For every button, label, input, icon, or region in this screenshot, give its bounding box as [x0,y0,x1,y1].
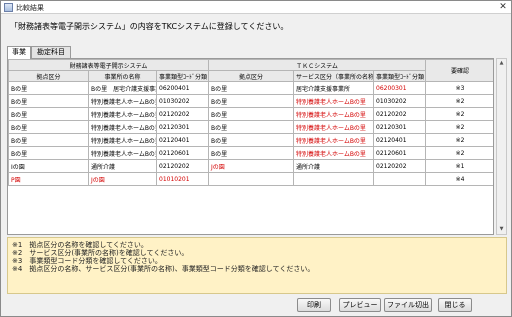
scroll-up-icon[interactable]: ▲ [497,59,506,68]
table-cell: 特別養護老人ホームBの里 [88,94,157,108]
export-button[interactable]: ファイル切出 [384,298,432,312]
table-cell: Bの里 [8,120,89,134]
table-cell: 特別養護老人ホームBの里 [293,94,374,108]
note-3: ※3 事業類型コード分類を確認してください。 [12,257,162,265]
check-mark-cell: ※2 [425,107,493,121]
group-header-tkc: ＴＫＣシステム [208,59,426,71]
table-cell: 02120601 [373,146,426,160]
column-header: サービス区分（事業所の名称） [293,70,374,82]
table-row[interactable]: Bの里Bの里 居宅介護支援事業所06200401Bの里居宅介護支援事業所0620… [8,81,493,95]
tab-business[interactable]: 事業 [7,46,31,59]
table-cell [373,172,426,186]
check-header: 要確認 [425,59,493,82]
table-cell: Iの園 [8,159,89,173]
table-cell: 02120601 [156,146,209,160]
check-mark-cell: ※3 [425,81,493,95]
table-cell: Bの里 [8,146,89,160]
table-cell: 特別養護老人ホームBの里 [88,107,157,121]
table-cell: 特別養護老人ホームBの里 [293,133,374,147]
table-cell: 特別養護老人ホームBの里 [88,146,157,160]
table-row[interactable]: Bの里 特別養護老人ホームBの里 01030202 Bの里 特別養護老人ホームBの里 01… [8,94,493,108]
table-cell: 通所介護 [88,159,157,173]
window-title: 比較結果 [16,4,44,12]
table-cell: 特別養護老人ホームBの里 [293,120,374,134]
table-cell: Jの園 [88,172,157,186]
column-header: 事業所の名称 [88,70,157,82]
check-mark-cell: ※2 [425,120,493,134]
table-cell: 通所介護 [293,159,374,173]
comparison-result-window: 比較結果 ✕ 「財務諸表等電子開示システム」の内容をTKCシステムに登録してくだ… [0,0,512,317]
check-mark-cell: ※2 [425,94,493,108]
table-cell: Bの里 [8,133,89,147]
table-cell: Bの里 [208,94,294,108]
check-mark-cell: ※2 [425,146,493,160]
table-cell: 02120301 [373,120,426,134]
table-cell [208,172,294,186]
table-cell: 02120202 [373,107,426,121]
notes-panel: ※1 拠点区分の名称を確認してください。 ※2 サービス区分(事業所の名称)を確… [7,237,507,294]
table-cell: 02120202 [156,159,209,173]
table-cell: Bの里 [208,120,294,134]
table-row[interactable]: Bの里 特別養護老人ホームBの里 02120601 Bの里 特別養護老人ホームBの里 02… [8,146,493,160]
table-cell: P園 [8,172,89,186]
note-4: ※4 拠点区分の名称、サービス区分(事業所の名称)、事業類型コード分類を確認して… [12,265,315,273]
table-cell: Bの里 [8,94,89,108]
title-bar: 比較結果 ✕ [1,1,511,14]
table-row[interactable]: Bの里 特別養護老人ホームBの里 02120301 Bの里 特別養護老人ホームBの里 02… [8,120,493,134]
instruction-text: 「財務諸表等電子開示システム」の内容をTKCシステムに登録してください。 [10,22,289,31]
button-bar: 印刷 プレビュー ファイル切出 閉じる [1,298,512,313]
column-header: 拠点区分 [208,70,294,82]
table-cell: Bの里 [8,107,89,121]
app-icon [4,3,13,12]
tab-account-items[interactable]: 勘定科目 [31,46,71,58]
table-cell: 01030202 [373,94,426,108]
preview-button[interactable]: プレビュー [339,298,381,312]
note-2: ※2 サービス区分(事業所の名称)を確認してください。 [12,249,189,257]
table-row[interactable]: Bの里 特別養護老人ホームBの里 02120202 Bの里 特別養護老人ホームBの里 02… [8,107,493,121]
table-row[interactable]: Iの園 通所介護 02120202 Jの園 通所介護 02120202 ※1 [8,159,493,173]
table-body: Bの里Bの里 居宅介護支援事業所06200401Bの里居宅介護支援事業所0620… [8,81,493,186]
scroll-down-icon[interactable]: ▼ [497,225,506,234]
table-row[interactable]: Bの里 特別養護老人ホームBの里 02120401 Bの里 特別養護老人ホームBの里 02… [8,133,493,147]
table-cell [293,172,374,186]
close-button[interactable]: 閉じる [438,298,472,312]
table-cell: 02120202 [156,107,209,121]
table-cell: 06200301 [373,81,426,95]
column-header: 事業類型ｺｰﾄﾞ分類 [156,70,209,82]
print-button[interactable]: 印刷 [297,298,331,312]
check-mark-cell: ※4 [425,172,493,186]
column-header: 事業類型ｺｰﾄﾞ分類 [373,70,426,82]
table-cell: 06200401 [156,81,209,95]
table-row[interactable]: P園 Jの園 01010201 ※4 [8,172,493,186]
note-1: ※1 拠点区分の名称を確認してください。 [12,241,148,249]
close-icon[interactable]: ✕ [497,2,509,12]
table-cell: Bの里 [208,81,294,95]
group-header-disclosure: 財務諸表等電子開示システム [8,59,209,71]
table-cell: Bの里 [208,107,294,121]
comparison-table: 財務諸表等電子開示システム ＴＫＣシステム 要確認 拠点区分 事業所の名称 事業… [8,59,493,186]
column-header: 拠点区分 [8,70,89,82]
table-cell: 02120401 [156,133,209,147]
table-cell: 特別養護老人ホームBの里 [88,120,157,134]
vertical-scrollbar[interactable]: ▲ ▼ [496,58,507,235]
table-cell: Bの里 居宅介護支援事業所 [88,81,157,95]
table-cell: 特別養護老人ホームBの里 [293,107,374,121]
check-mark-cell: ※1 [425,159,493,173]
table-cell: 01030202 [156,94,209,108]
table-cell: 02120301 [156,120,209,134]
table-cell: Jの園 [208,159,294,173]
table-cell: Bの里 [8,81,89,95]
table-cell: 居宅介護支援事業所 [293,81,374,95]
table-cell: 01010201 [156,172,209,186]
table-cell: 02120401 [373,133,426,147]
table-cell: Bの里 [208,133,294,147]
table-cell: 特別養護老人ホームBの里 [293,146,374,160]
table-cell: 特別養護老人ホームBの里 [88,133,157,147]
table-cell: 02120202 [373,159,426,173]
check-mark-cell: ※2 [425,133,493,147]
comparison-table-panel: 財務諸表等電子開示システム ＴＫＣシステム 要確認 拠点区分 事業所の名称 事業… [7,58,494,235]
table-cell: Bの里 [208,146,294,160]
